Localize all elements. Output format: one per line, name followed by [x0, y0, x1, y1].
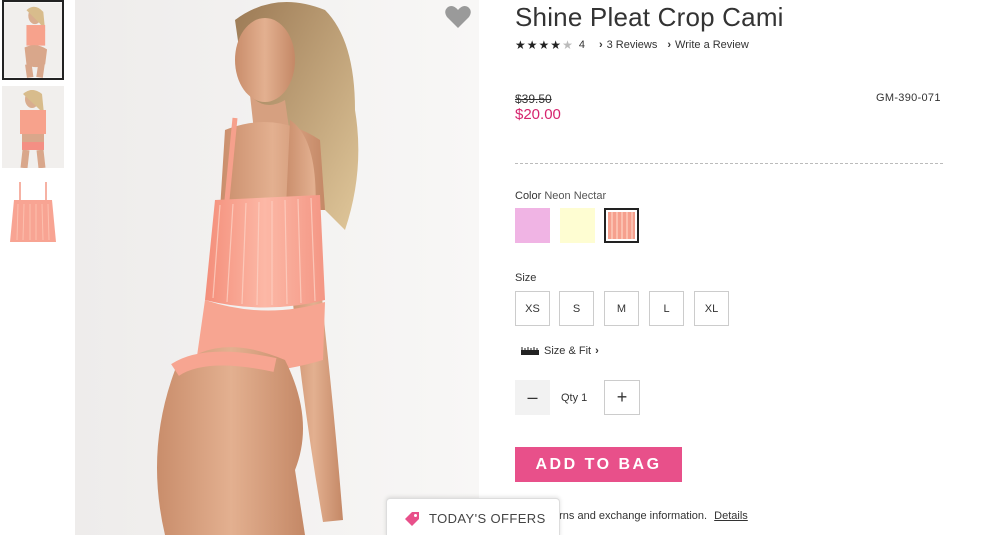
size-fit-link[interactable]: Size & Fit ›: [521, 345, 599, 357]
thumbnail-image: [4, 2, 62, 78]
rating-row: ★ ★ ★ ★ ★ 4 › 3 Reviews › Write a Review: [515, 38, 749, 52]
size-option-xl[interactable]: XL: [694, 291, 729, 326]
star-icon: ★: [550, 38, 562, 52]
thumbnail-image: [2, 86, 64, 168]
color-label-text: Color: [515, 190, 542, 202]
star-icon: ★: [562, 38, 573, 52]
chevron-right-icon: ›: [667, 39, 672, 51]
reviews-link[interactable]: › 3 Reviews: [599, 39, 657, 51]
returns-details-link[interactable]: Details: [714, 510, 748, 522]
main-product-image[interactable]: [75, 0, 479, 535]
product-page: Shine Pleat Crop Cami ★ ★ ★ ★ ★ 4 › 3 Re…: [0, 0, 994, 535]
star-icon: ★: [538, 38, 550, 52]
color-swatch-pale-yellow[interactable]: [560, 208, 595, 243]
ruler-icon: [521, 347, 539, 355]
price-tag-icon: [405, 511, 419, 526]
thumbnail-image: [2, 176, 64, 246]
original-price: $39.50: [515, 92, 552, 106]
product-sku: GM-390-071: [876, 92, 941, 104]
favorite-heart-icon[interactable]: [445, 5, 471, 29]
thumbnail-flat-view[interactable]: [2, 176, 64, 246]
size-option-l[interactable]: L: [649, 291, 684, 326]
returns-info: urns and exchange information. Details: [553, 510, 748, 522]
write-review-link[interactable]: › Write a Review: [667, 39, 748, 51]
model-photo: [75, 0, 479, 535]
color-label: Color Neon Nectar: [515, 190, 606, 202]
todays-offers-label: TODAY'S OFFERS: [429, 511, 546, 526]
quantity-decrease-button[interactable]: –: [515, 380, 550, 415]
write-review-label: Write a Review: [675, 39, 749, 51]
reviews-link-label: 3 Reviews: [606, 39, 658, 51]
size-option-s[interactable]: S: [559, 291, 594, 326]
swatch-fill: [560, 208, 595, 243]
size-label: Size: [515, 272, 537, 284]
star-icon: ★: [515, 38, 526, 52]
swatch-fill: [515, 208, 550, 243]
sale-price: $20.00: [515, 106, 561, 123]
star-icon: ★: [526, 38, 538, 52]
rating-value: 4: [578, 39, 585, 51]
todays-offers-tab[interactable]: TODAY'S OFFERS: [386, 498, 560, 535]
product-title: Shine Pleat Crop Cami: [515, 2, 784, 32]
quantity-increase-button[interactable]: +: [604, 380, 640, 415]
color-swatch-neon-nectar[interactable]: [604, 208, 639, 243]
selected-color-name: Neon Nectar: [544, 190, 607, 202]
chevron-right-icon: ›: [595, 345, 599, 357]
chevron-right-icon: ›: [598, 39, 603, 51]
swatch-fill: [608, 212, 635, 239]
color-swatch-lavender-pink[interactable]: [515, 208, 550, 243]
quantity-value: Qty 1: [561, 392, 588, 404]
add-to-bag-button[interactable]: ADD TO BAG: [515, 447, 682, 482]
thumbnail-back-view[interactable]: [2, 0, 64, 80]
size-fit-label: Size & Fit: [544, 345, 592, 357]
star-rating[interactable]: ★ ★ ★ ★ ★: [515, 38, 573, 52]
size-option-m[interactable]: M: [604, 291, 639, 326]
size-option-xs[interactable]: XS: [515, 291, 550, 326]
section-divider: [515, 163, 943, 164]
thumbnail-front-view[interactable]: [2, 86, 64, 168]
returns-text: urns and exchange information.: [553, 510, 708, 522]
